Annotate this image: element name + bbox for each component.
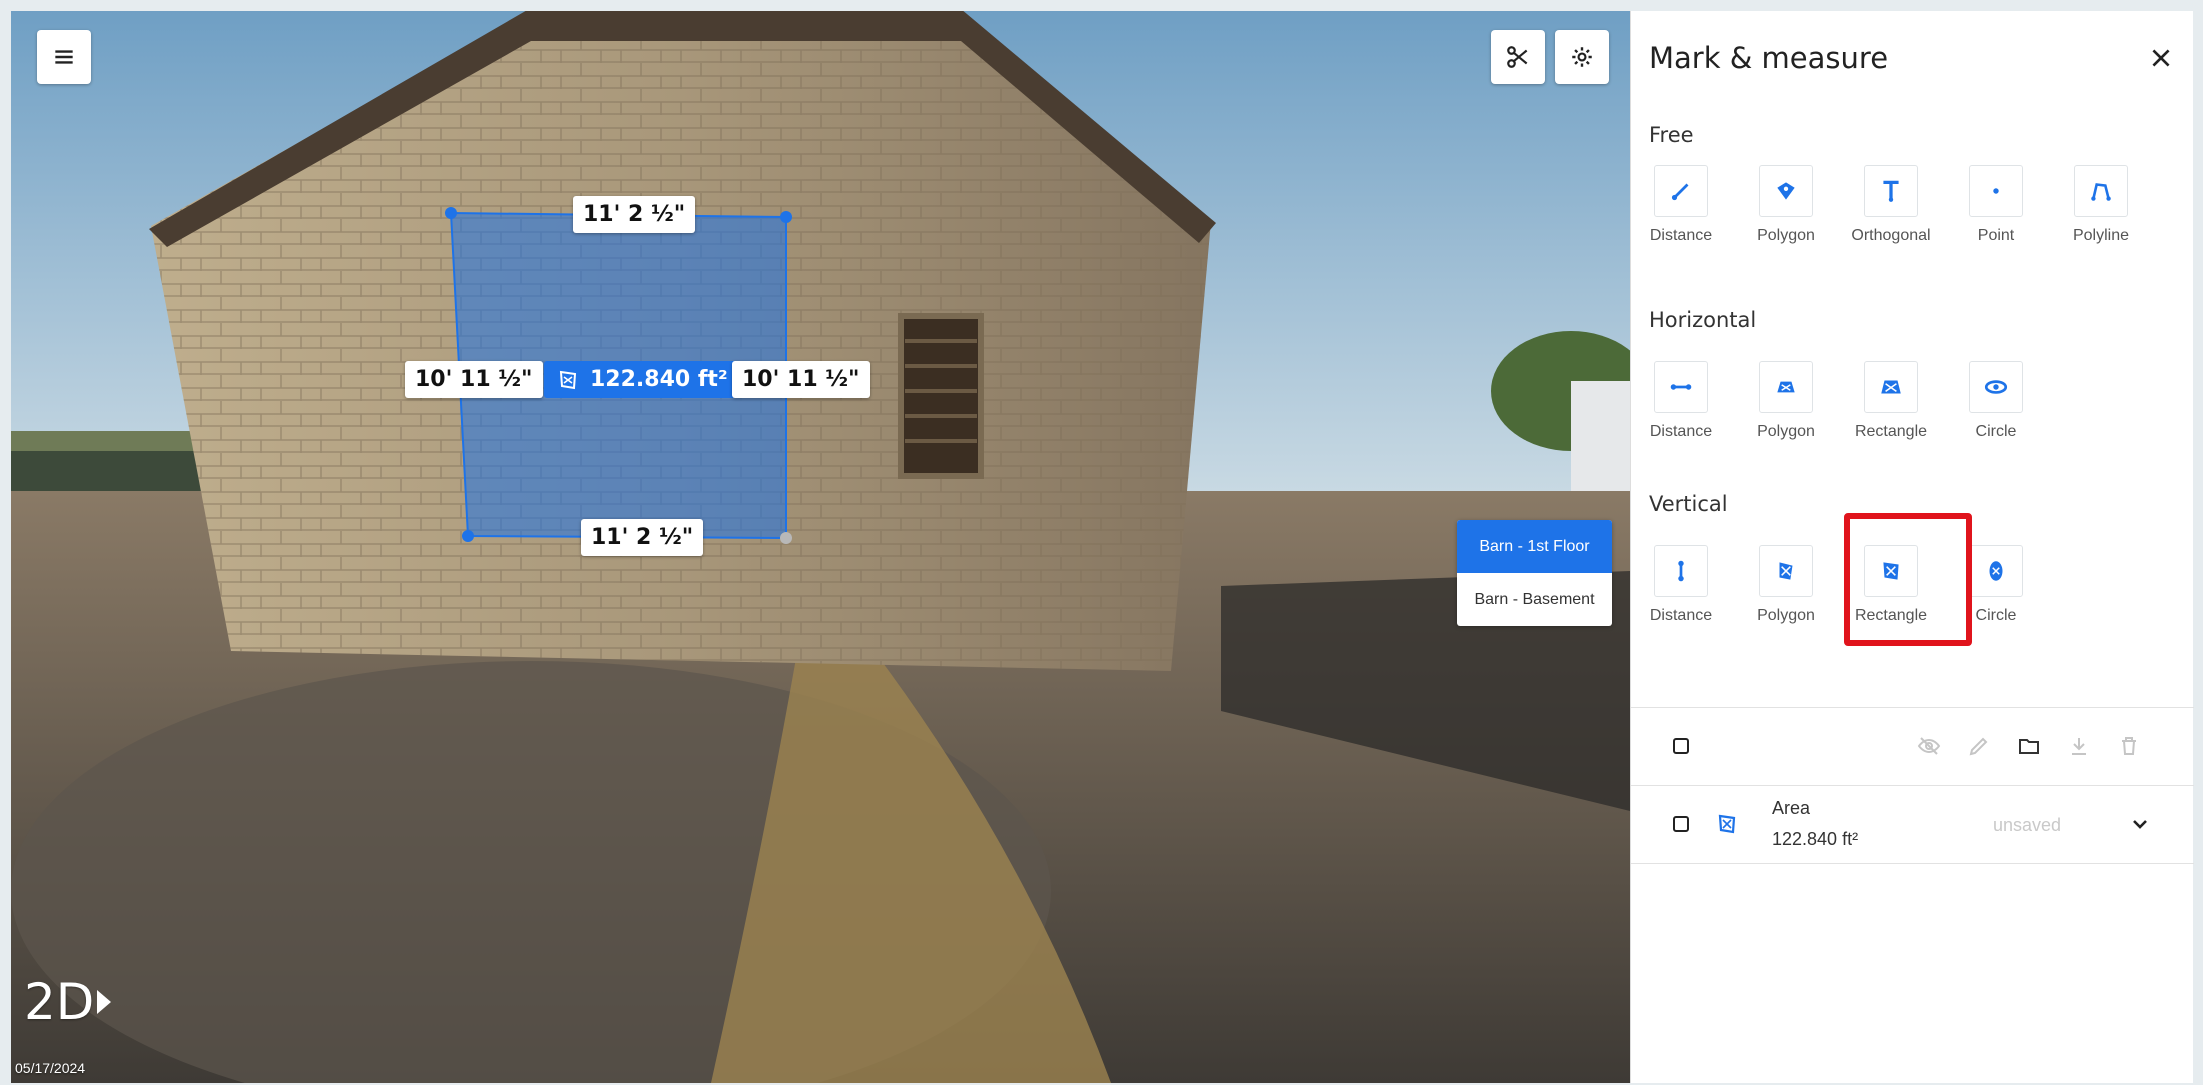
polygon-icon xyxy=(1777,182,1795,200)
select-all-checkbox[interactable] xyxy=(1673,738,1689,754)
row-type-icon xyxy=(1713,810,1741,838)
tool-free-distance[interactable]: Distance xyxy=(1631,165,1731,245)
tool-horizontal-circle[interactable]: Circle xyxy=(1946,361,2046,441)
tool-label: Polygon xyxy=(1757,227,1815,244)
tool-free-polygon[interactable]: Polygon xyxy=(1736,165,1836,245)
vertical-distance-icon xyxy=(1678,560,1684,582)
scissors-icon xyxy=(1507,46,1528,68)
list-item-title: Area xyxy=(1772,798,1811,818)
tool-label: Distance xyxy=(1649,423,1713,440)
area-value: 122.840 ft² xyxy=(590,367,728,392)
vertical-circle-icon xyxy=(1989,561,2003,581)
download-button[interactable] xyxy=(2065,732,2093,760)
tool-free-orthogonal[interactable]: Orthogonal xyxy=(1841,165,1941,245)
expand-row-button[interactable] xyxy=(2126,810,2154,838)
tool-label: Point xyxy=(1977,227,2015,244)
tool-label: Polyline xyxy=(2072,227,2130,244)
scissors-button[interactable] xyxy=(1491,30,1545,84)
horizontal-polygon-icon xyxy=(1777,381,1795,393)
list-item-value: 122.840 ft² xyxy=(1772,829,1859,849)
section-title-horizontal: Horizontal xyxy=(1649,308,1757,332)
tool-vertical-polygon[interactable]: Polygon xyxy=(1736,545,1836,625)
divider xyxy=(1631,707,2194,708)
gear-icon xyxy=(1572,47,1592,67)
play-icon xyxy=(97,990,112,1014)
tool-label: Distance xyxy=(1649,227,1713,244)
tool-label: Distance xyxy=(1649,607,1713,624)
measure-label-left: 10' 11 ½" xyxy=(405,361,543,398)
panel-title: Mark & measure xyxy=(1649,41,1889,75)
edit-button[interactable] xyxy=(1965,732,1993,760)
pencil-icon xyxy=(1969,737,1988,756)
menu-icon xyxy=(55,50,73,64)
panorama-viewer[interactable]: 11' 2 ½" 10' 11 ½" 122.840 ft² 10' 11 ½"… xyxy=(11,11,1630,1083)
tool-vertical-distance[interactable]: Distance xyxy=(1631,545,1731,625)
trash-icon xyxy=(2122,737,2136,755)
tool-label: Polygon xyxy=(1757,423,1815,440)
orthogonal-icon xyxy=(1883,180,1899,202)
measure-label-top: 11' 2 ½" xyxy=(573,196,696,233)
tool-free-polyline[interactable]: Polyline xyxy=(2051,165,2151,245)
section-title-vertical: Vertical xyxy=(1649,492,1728,516)
divider xyxy=(1631,863,2194,864)
mode-label: 2D xyxy=(24,973,95,1031)
panorama-scene[interactable] xyxy=(11,11,1630,1083)
row-checkbox[interactable] xyxy=(1673,816,1689,832)
horizontal-distance-icon xyxy=(1670,384,1692,390)
floor-selector[interactable]: Barn - 1st Floor Barn - Basement xyxy=(1457,520,1612,626)
measure-label-bottom: 11' 2 ½" xyxy=(581,519,704,556)
line-distance-icon xyxy=(1671,183,1689,201)
tool-label: Rectangle xyxy=(1854,423,1928,440)
vertical-rectangle-icon xyxy=(1718,814,1736,834)
tool-horizontal-polygon[interactable]: Polygon xyxy=(1736,361,1836,441)
folder-button[interactable] xyxy=(2015,732,2043,760)
mode-toggle-2d[interactable]: 2D xyxy=(24,973,114,1031)
download-icon xyxy=(2072,738,2086,755)
point-icon xyxy=(1993,188,1999,194)
chevron-down-icon xyxy=(2133,820,2147,829)
capture-date: 05/17/2024 xyxy=(15,1060,86,1076)
tool-horizontal-rectangle[interactable]: Rectangle xyxy=(1841,361,1941,441)
divider xyxy=(1631,785,2194,786)
settings-button[interactable] xyxy=(1555,30,1609,84)
floor-option-1st-floor[interactable]: Barn - 1st Floor xyxy=(1457,520,1612,573)
close-icon xyxy=(2152,49,2170,67)
floor-option-basement[interactable]: Barn - Basement xyxy=(1457,573,1612,626)
list-item-status: unsaved xyxy=(1993,815,2062,835)
app: 11' 2 ½" 10' 11 ½" 122.840 ft² 10' 11 ½"… xyxy=(0,0,2203,1085)
vertical-rectangle-icon xyxy=(559,370,577,389)
horizontal-circle-icon xyxy=(1984,380,2008,394)
tool-free-point[interactable]: Point xyxy=(1946,165,2046,245)
tool-highlight-box xyxy=(1844,513,1972,646)
folder-icon xyxy=(2019,739,2039,754)
tool-label: Circle xyxy=(1975,607,2017,624)
delete-button[interactable] xyxy=(2115,732,2143,760)
hide-button[interactable] xyxy=(1915,732,1943,760)
measure-label-area: 122.840 ft² xyxy=(544,361,740,398)
horizontal-rectangle-icon xyxy=(1881,380,1901,394)
section-title-free: Free xyxy=(1649,123,1694,147)
close-button[interactable] xyxy=(2144,41,2178,75)
tool-label: Polygon xyxy=(1757,607,1815,624)
polyline-icon xyxy=(2091,183,2111,201)
measure-label-right: 10' 11 ½" xyxy=(732,361,870,398)
eye-off-icon xyxy=(1917,737,1941,755)
menu-button[interactable] xyxy=(37,30,91,84)
tool-label: Orthogonal xyxy=(1851,227,1931,244)
tool-horizontal-distance[interactable]: Distance xyxy=(1631,361,1731,441)
tool-label: Circle xyxy=(1975,423,2017,440)
vertical-polygon-icon xyxy=(1779,562,1793,580)
